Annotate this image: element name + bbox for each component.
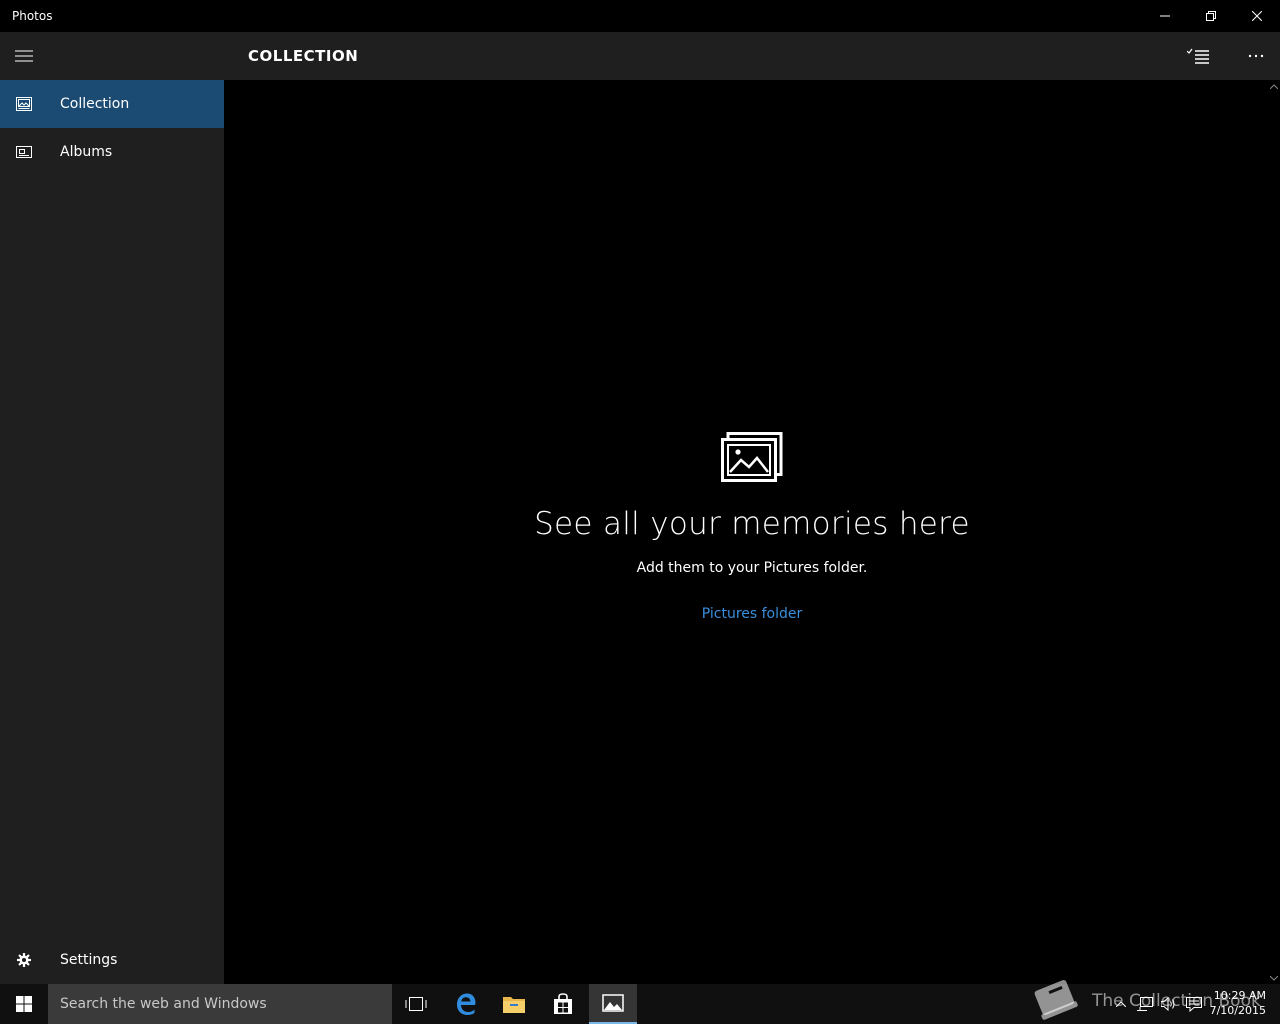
edge-browser-button[interactable] <box>442 984 490 1024</box>
nav-item-albums[interactable]: Albums <box>0 128 224 176</box>
more-icon <box>1248 54 1264 58</box>
window-title: Photos <box>12 9 53 23</box>
network-button[interactable] <box>1134 984 1156 1024</box>
minimize-icon <box>1160 15 1170 17</box>
clock-time: 10:29 AM <box>1213 989 1266 1002</box>
vertical-scrollbar[interactable] <box>1268 80 1280 984</box>
nav-item-settings[interactable]: Settings <box>0 936 224 984</box>
notification-icon <box>1186 996 1202 1012</box>
photos-app-button[interactable] <box>589 984 637 1024</box>
close-button[interactable] <box>1234 0 1280 32</box>
scroll-up-icon[interactable] <box>1268 80 1280 92</box>
empty-state: See all your memories here Add them to y… <box>224 432 1280 622</box>
store-icon <box>554 993 572 1014</box>
volume-button[interactable] <box>1158 984 1180 1024</box>
empty-state-heading: See all your memories here <box>534 506 970 542</box>
start-button[interactable] <box>0 984 48 1024</box>
close-icon <box>1252 11 1262 21</box>
navigation-pane: Collection Albums Settings <box>0 32 224 984</box>
taskbar: Search the web and Windows The Collectio… <box>0 980 1280 1024</box>
restore-button[interactable] <box>1188 0 1234 32</box>
edge-icon <box>457 993 476 1015</box>
photos-icon <box>602 994 624 1012</box>
nav-item-label: Albums <box>60 144 113 160</box>
title-bar: Photos <box>0 0 1280 32</box>
store-button[interactable] <box>539 984 587 1024</box>
clock[interactable]: 10:29 AM 7/10/2015 <box>1210 988 1266 1018</box>
show-hidden-icons-button[interactable] <box>1110 984 1132 1024</box>
search-box[interactable]: Search the web and Windows <box>48 984 392 1024</box>
search-placeholder: Search the web and Windows <box>60 996 267 1012</box>
nav-item-collection[interactable]: Collection <box>0 80 224 128</box>
gear-icon <box>0 936 48 984</box>
page-title: COLLECTION <box>248 47 359 65</box>
more-options-button[interactable] <box>1232 32 1280 80</box>
select-button[interactable] <box>1174 32 1222 80</box>
photos-empty-icon <box>721 432 783 482</box>
restore-icon <box>1206 11 1216 21</box>
nav-item-label: Collection <box>60 96 130 112</box>
task-view-icon <box>405 997 427 1011</box>
folder-icon <box>503 997 525 1013</box>
file-explorer-button[interactable] <box>490 984 538 1024</box>
clock-date: 7/10/2015 <box>1209 1004 1266 1017</box>
volume-icon <box>1161 997 1175 1011</box>
collection-icon <box>0 80 48 128</box>
empty-state-subtext: Add them to your Pictures folder. <box>636 560 868 576</box>
page-header: COLLECTION <box>224 32 1280 80</box>
windows-logo-icon <box>16 996 32 1012</box>
nav-item-label: Settings <box>60 952 118 968</box>
hamburger-icon <box>15 50 33 62</box>
select-list-icon <box>1187 48 1209 64</box>
action-center-button[interactable] <box>1182 984 1206 1024</box>
task-view-button[interactable] <box>392 984 440 1024</box>
hamburger-menu-button[interactable] <box>0 32 48 80</box>
network-icon <box>1137 997 1153 1011</box>
book-logo-icon <box>1034 980 1078 1020</box>
scroll-down-icon[interactable] <box>1268 972 1280 984</box>
chevron-up-icon <box>1116 1001 1126 1007</box>
minimize-button[interactable] <box>1142 0 1188 32</box>
main-content: See all your memories here Add them to y… <box>224 80 1268 984</box>
album-icon <box>0 128 48 176</box>
pictures-folder-link[interactable]: Pictures folder <box>702 606 803 622</box>
